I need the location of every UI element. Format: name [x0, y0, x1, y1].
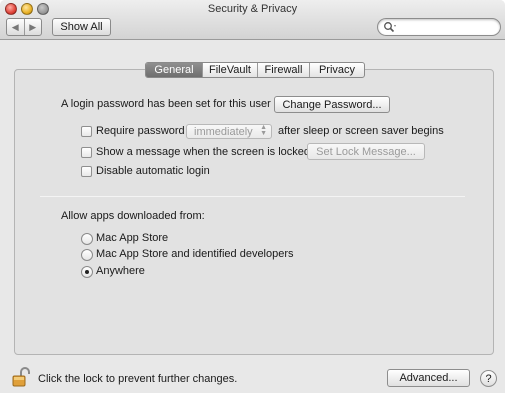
- radio-anywhere[interactable]: [81, 266, 93, 278]
- radio-identified-developers-label: Mac App Store and identified developers: [96, 248, 294, 260]
- radio-anywhere-label: Anywhere: [96, 265, 145, 277]
- tab-firewall[interactable]: Firewall: [258, 63, 310, 77]
- back-button[interactable]: ◀: [7, 19, 25, 35]
- lock-status-text: Click the lock to prevent further change…: [38, 373, 238, 385]
- popup-arrows-icon: ▲ ▼: [260, 124, 267, 137]
- window-title: Security & Privacy: [207, 3, 298, 15]
- tab-general[interactable]: General: [146, 63, 203, 77]
- tab-bar: General FileVault Firewall Privacy: [145, 62, 365, 78]
- help-button[interactable]: ?: [480, 370, 497, 387]
- forward-button[interactable]: ▶: [25, 19, 42, 35]
- set-lock-message-button[interactable]: Set Lock Message...: [307, 143, 425, 160]
- back-forward-control: ◀ ▶: [6, 18, 42, 36]
- password-delay-value: immediately: [194, 126, 253, 138]
- disable-auto-login-checkbox[interactable]: [81, 166, 92, 177]
- preferences-window: Security & Privacy ◀ ▶ Show All General …: [0, 0, 505, 393]
- unlocked-padlock-icon[interactable]: [12, 367, 30, 387]
- disable-auto-login-label: Disable automatic login: [96, 165, 210, 177]
- section-divider: [40, 196, 465, 197]
- require-password-suffix: after sleep or screen saver begins: [278, 125, 444, 137]
- tab-privacy[interactable]: Privacy: [310, 63, 364, 77]
- show-all-button[interactable]: Show All: [52, 18, 111, 36]
- advanced-button[interactable]: Advanced...: [387, 369, 470, 387]
- require-password-checkbox[interactable]: [81, 126, 92, 137]
- require-password-label: Require password: [96, 125, 185, 137]
- login-password-status: A login password has been set for this u…: [61, 98, 271, 110]
- change-password-button[interactable]: Change Password...: [274, 96, 390, 113]
- allow-apps-heading: Allow apps downloaded from:: [61, 210, 205, 222]
- title-bar: Security & Privacy ◀ ▶ Show All: [0, 0, 505, 40]
- radio-mac-app-store-label: Mac App Store: [96, 232, 169, 244]
- search-field[interactable]: [377, 18, 501, 36]
- radio-identified-developers[interactable]: [81, 249, 93, 261]
- magnifier-icon: [384, 22, 396, 33]
- search-input[interactable]: [398, 20, 496, 34]
- show-message-checkbox[interactable]: [81, 147, 92, 158]
- password-delay-popup[interactable]: immediately ▲ ▼: [186, 124, 272, 139]
- tab-filevault[interactable]: FileVault: [203, 63, 258, 77]
- show-message-label: Show a message when the screen is locked: [96, 146, 311, 158]
- radio-mac-app-store[interactable]: [81, 233, 93, 245]
